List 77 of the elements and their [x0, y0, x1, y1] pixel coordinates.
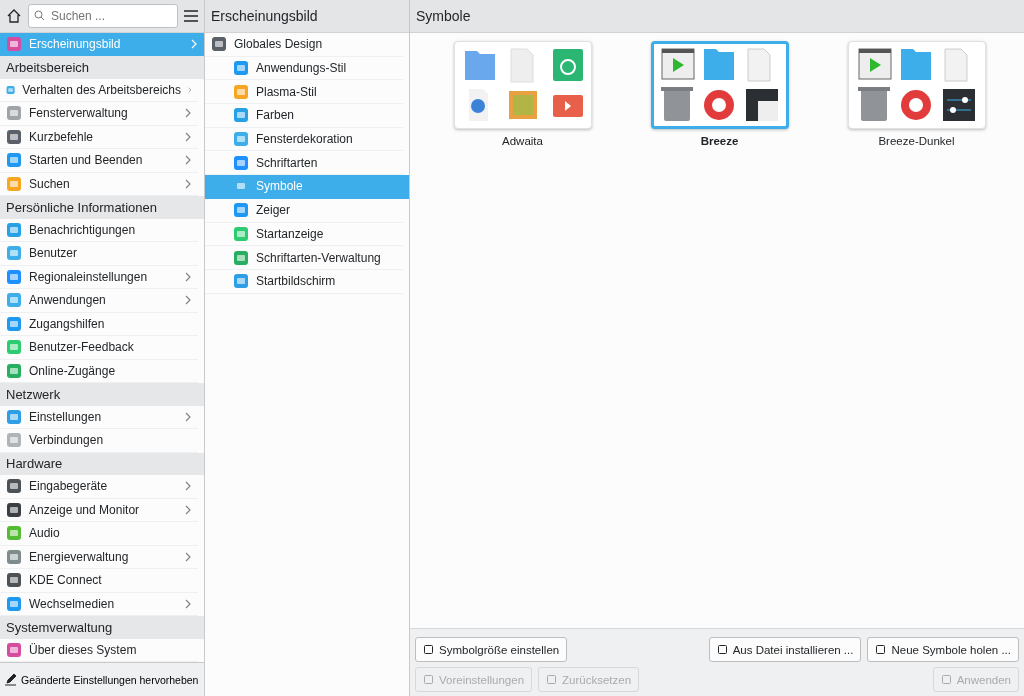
module-icon: [233, 83, 249, 100]
sidebar-item[interactable]: Energieverwaltung: [0, 545, 198, 570]
module-icon: [6, 549, 22, 565]
sidebar-item[interactable]: KDE Connect: [0, 569, 198, 593]
module-icon: [6, 176, 22, 192]
module-icon: [6, 596, 22, 612]
module-icon: [6, 363, 22, 379]
module-icon: [233, 202, 249, 219]
theme-name: Breeze-Dunkel: [878, 135, 955, 147]
module-icon: [233, 60, 249, 77]
category-item[interactable]: Fensterdekoration: [205, 127, 403, 152]
sidebar-item[interactable]: Fensterverwaltung: [0, 102, 198, 126]
button[interactable]: Aus Datei installieren ...: [708, 637, 862, 662]
module-icon: [6, 339, 22, 356]
category-item[interactable]: Schriftarten-Verwaltung: [205, 246, 403, 270]
category-item[interactable]: Plasma-Stil: [205, 80, 403, 105]
module-icon: [6, 222, 22, 238]
module-icon: [6, 502, 22, 518]
button[interactable]: Neue Symbole holen ...: [867, 637, 1019, 662]
home-icon[interactable]: [6, 7, 22, 24]
module-icon: [233, 154, 249, 171]
sidebar-item[interactable]: Starten und Beenden: [0, 149, 198, 173]
sidebar-item[interactable]: Kurzbefehle: [0, 125, 198, 150]
section-header: Systemverwaltung: [0, 616, 204, 639]
module-icon: [6, 478, 22, 495]
page-title: Symbole: [410, 0, 1024, 33]
module-icon: [6, 245, 22, 262]
module-icon: [6, 152, 22, 169]
highlight-changes-button[interactable]: Geänderte Einstellungen hervorheben: [0, 662, 204, 696]
theme-name: Breeze: [700, 135, 739, 147]
category-item[interactable]: Startbildschirm: [205, 269, 403, 294]
module-icon: [233, 249, 249, 266]
search-icon: [34, 9, 45, 21]
sidebar-item[interactable]: Regionaleinstellungen: [0, 265, 198, 290]
module-icon: [6, 409, 22, 425]
section-header: Persönliche Informationen: [0, 196, 204, 219]
pen-icon: [4, 673, 17, 687]
button[interactable]: Symbolgröße einstellen: [415, 637, 568, 662]
sidebar-item[interactable]: Benutzer: [0, 242, 198, 266]
sidebar-item[interactable]: Einstellungen: [0, 405, 198, 430]
pane-title: Erscheinungsbild: [205, 0, 409, 33]
module-icon: [6, 105, 22, 122]
sidebar-item[interactable]: Eingabegeräte: [0, 475, 198, 499]
category-item[interactable]: Zeiger: [205, 198, 403, 223]
module-icon: [233, 273, 249, 290]
module-icon: [233, 107, 249, 124]
module-icon: [6, 36, 22, 52]
module-icon: [233, 225, 249, 242]
module-icon: [6, 642, 22, 658]
module-icon: [6, 572, 22, 589]
sidebar-item[interactable]: Benachrichtigungen: [0, 218, 198, 243]
sidebar-item[interactable]: Verbindungen: [0, 429, 198, 453]
category-item[interactable]: Globales Design: [205, 33, 403, 57]
menu-icon[interactable]: [184, 9, 198, 22]
module-icon: [6, 525, 22, 542]
category-item[interactable]: Startanzeige: [205, 222, 403, 247]
theme-name: Adwaita: [502, 135, 543, 147]
sidebar-item[interactable]: Benutzer-Feedback: [0, 336, 198, 360]
sidebar-item[interactable]: Verhalten des Arbeitsbereichs: [0, 78, 198, 103]
module-icon: [6, 316, 22, 332]
module-icon: [233, 131, 249, 148]
icon-theme-card[interactable]: [650, 41, 789, 129]
category-item[interactable]: Anwendungs-Stil: [205, 56, 403, 81]
module-icon: [6, 292, 22, 309]
sidebar-item[interactable]: Audio: [0, 522, 198, 546]
sidebar-item[interactable]: Anzeige und Monitor: [0, 498, 198, 523]
module-icon: [6, 129, 22, 145]
section-header: Hardware: [0, 452, 204, 476]
search-field[interactable]: Suchen ...: [28, 3, 178, 28]
section-header: Arbeitsbereich: [0, 56, 204, 79]
sidebar-item[interactable]: Zugangshilfen: [0, 312, 198, 337]
module-icon: [6, 432, 22, 449]
section-header: Netzwerk: [0, 383, 204, 406]
module-icon: [211, 36, 227, 53]
category-item[interactable]: Farben: [205, 104, 403, 128]
module-icon: [6, 269, 22, 285]
sidebar-item[interactable]: Anwendungen: [0, 289, 198, 313]
